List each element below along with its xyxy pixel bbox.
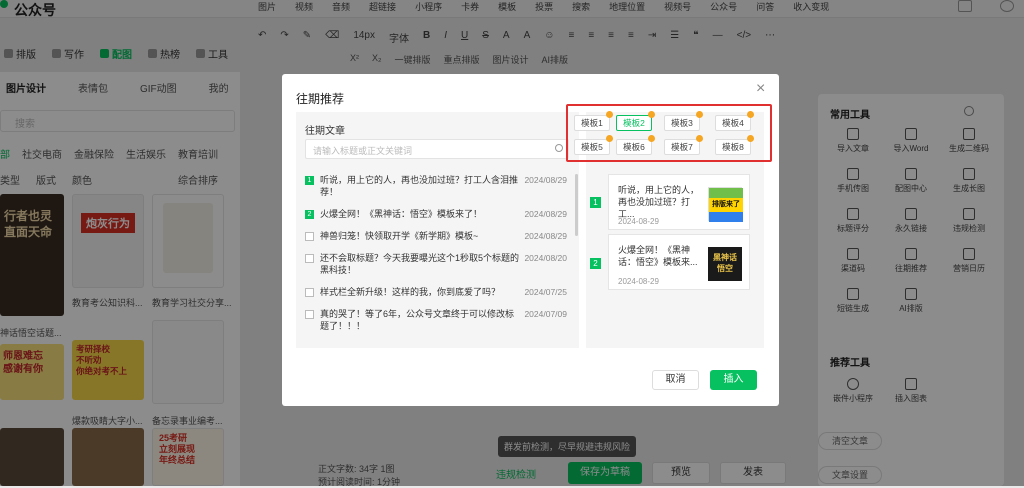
article-row[interactable]: 神兽归笼！快领取开学《新学期》模板~ 2024/08/29 [305, 230, 567, 242]
article-row[interactable]: 1 听说，用上它的人，再也没加过班？打工人含泪推荐！ 2024/08/29 [305, 174, 567, 198]
close-icon[interactable]: × [756, 80, 765, 98]
template-option-8[interactable]: 模板8 [715, 135, 754, 155]
crown-icon [747, 135, 754, 142]
selected-index-badge: 2 [590, 258, 601, 269]
article-checkbox[interactable] [305, 254, 314, 263]
article-date: 2024/08/29 [524, 209, 567, 219]
article-row[interactable]: 样式栏全新升级！这样的我，你到底爱了吗？ 2024/07/25 [305, 286, 567, 298]
template-option-3[interactable]: 模板3 [664, 111, 703, 131]
search-icon[interactable] [555, 144, 563, 152]
crown-icon [606, 135, 613, 142]
article-checkbox[interactable] [305, 310, 314, 319]
article-title: 还不会取标题？今天我要曝光这个1秒取5个标题的黑科技！ [320, 253, 520, 275]
template-option-2[interactable]: 模板2 [616, 111, 655, 131]
article-cover: 排版来了 [708, 187, 743, 222]
selected-index-badge: 1 [590, 197, 601, 208]
article-row[interactable]: 2 火爆全网！《黑神话：悟空》模板来了！ 2024/08/29 [305, 208, 567, 220]
past-articles-panel: 往期文章 请输入标题或正文关键词 1 听说，用上它的人，再也没加过班？打工人含泪… [296, 112, 579, 348]
article-row[interactable]: 还不会取标题？今天我要曝光这个1秒取5个标题的黑科技！ 2024/08/20 [305, 252, 567, 276]
crown-icon [648, 111, 655, 118]
article-checkbox[interactable] [305, 232, 314, 241]
article-checkbox[interactable] [305, 288, 314, 297]
cover-text: 排版来了 [709, 198, 743, 212]
article-title: 听说，用上它的人，再也没加过班？打工人含泪推荐！ [320, 175, 519, 197]
selected-article-title: 听说，用上它的人，再也没加过班？打工... [618, 185, 700, 219]
cancel-button[interactable]: 取消 [652, 370, 699, 390]
template-option-1[interactable]: 模板1 [574, 111, 613, 131]
past-articles-title: 往期文章 [305, 126, 345, 137]
search-placeholder: 请输入标题或正文关键词 [313, 146, 413, 156]
article-date: 2024/07/09 [524, 309, 567, 319]
crown-icon [696, 111, 703, 118]
template-option-6[interactable]: 模板6 [616, 135, 655, 155]
selected-article-date: 2024-08-29 [618, 277, 659, 286]
selected-article-card[interactable]: 听说，用上它的人，再也没加过班？打工... 2024-08-29 排版来了 [608, 174, 750, 230]
article-row[interactable]: 真的哭了！等了6年，公众号文章终于可以修改标题了！！！ 2024/07/09 [305, 308, 567, 332]
template-selector-highlight: 模板1 模板2 模板3 模板4 模板5 模板6 模板7 模板8 [566, 104, 772, 162]
article-date: 2024/08/29 [524, 231, 567, 241]
crown-icon [606, 111, 613, 118]
past-recommend-dialog: 往期推荐 × 往期文章 请输入标题或正文关键词 1 听说，用上它的人，再也没加过… [282, 74, 779, 406]
template-option-4[interactable]: 模板4 [715, 111, 754, 131]
cover-band [709, 188, 743, 198]
article-search-input[interactable]: 请输入标题或正文关键词 [305, 139, 569, 159]
dialog-title: 往期推荐 [296, 92, 345, 106]
selected-article-date: 2024-08-29 [618, 217, 659, 226]
selected-article-card[interactable]: 火爆全网！《黑神话：悟空》模板来... 2024-08-29 黑神话 悟空 [608, 234, 750, 290]
article-cover: 黑神话 悟空 [708, 247, 742, 281]
article-date: 2024/08/29 [524, 175, 567, 185]
article-date: 2024/08/20 [524, 253, 567, 263]
article-title: 神兽归笼！快领取开学《新学期》模板~ [320, 231, 479, 241]
article-title: 样式栏全新升级！这样的我，你到底爱了吗？ [320, 287, 501, 297]
crown-icon [648, 135, 655, 142]
selected-article-title: 火爆全网！《黑神话：悟空》模板来... [618, 245, 698, 267]
crown-icon [747, 111, 754, 118]
article-title: 真的哭了！等了6年，公众号文章终于可以修改标题了！！！ [320, 309, 515, 331]
template-option-7[interactable]: 模板7 [664, 135, 703, 155]
scrollbar[interactable] [575, 174, 578, 236]
article-date: 2024/07/25 [524, 287, 567, 297]
cover-band [709, 212, 743, 222]
article-index-badge[interactable]: 1 [305, 176, 314, 185]
template-option-5[interactable]: 模板5 [574, 135, 613, 155]
crown-icon [696, 135, 703, 142]
article-index-badge[interactable]: 2 [305, 210, 314, 219]
insert-button[interactable]: 插入 [710, 370, 757, 390]
article-title: 火爆全网！《黑神话：悟空》模板来了！ [320, 209, 483, 219]
